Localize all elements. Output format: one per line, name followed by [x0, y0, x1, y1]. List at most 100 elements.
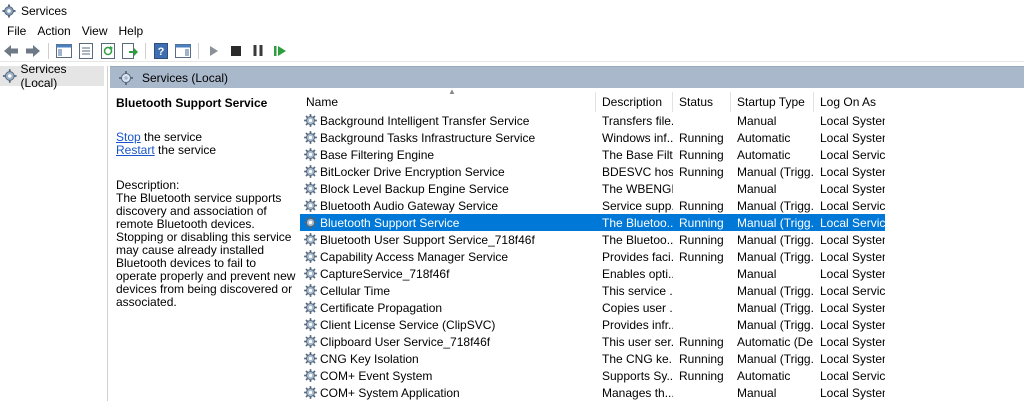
stop-service-button[interactable]	[227, 42, 245, 60]
table-row[interactable]: Certificate Propagation Copies user ... Ma…	[300, 299, 1024, 316]
service-name-text: Background Tasks Infrastructure Service	[320, 130, 536, 145]
table-row[interactable]: Background Intelligent Transfer Service T…	[300, 112, 1024, 129]
service-description: Provides infr...	[596, 316, 673, 333]
service-name: Certificate Propagation	[300, 299, 596, 316]
service-startup-type: Manual	[731, 265, 814, 282]
export-list-button[interactable]	[121, 42, 139, 60]
service-name: Base Filtering Engine	[300, 146, 596, 163]
column-header-status[interactable]: Status	[673, 92, 731, 112]
service-startup-type: Automatic	[731, 367, 814, 384]
service-name-text: Certificate Propagation	[320, 300, 443, 315]
service-startup-type-text: Automatic	[737, 130, 791, 145]
service-startup-type: Manual	[731, 112, 814, 129]
service-log-on-as: Local System	[814, 163, 885, 180]
service-startup-type: Manual (Trigg...	[731, 248, 814, 265]
service-startup-type-text: Manual (Trigg...	[737, 198, 814, 213]
refresh-button[interactable]	[99, 42, 117, 60]
service-description-text: The Bluetoo...	[602, 215, 673, 230]
table-row[interactable]: Bluetooth Support Service The Bluetoo... R…	[300, 214, 885, 231]
tree-item-services-local[interactable]: Services (Local)	[0, 62, 104, 90]
table-row[interactable]: Cellular Time This service ... Manual (Tri…	[300, 282, 1024, 299]
show-hide-console-tree-icon	[56, 43, 72, 58]
service-log-on-as-text: Local Service	[820, 368, 885, 383]
service-log-on-as: Local Service	[814, 282, 885, 299]
forward-icon	[26, 44, 40, 57]
table-row[interactable]: Clipboard User Service_718f46f This user …	[300, 333, 1024, 350]
table-row[interactable]: Base Filtering Engine The Base Filt... Run…	[300, 146, 1024, 163]
menu-view[interactable]: View	[78, 24, 115, 38]
table-row[interactable]: COM+ System Application Manages th... Manu…	[300, 384, 1024, 401]
service-status	[673, 180, 731, 197]
service-description-text: Manages th...	[602, 385, 673, 400]
service-gear-icon	[304, 335, 317, 348]
service-startup-type: Manual	[731, 180, 814, 197]
back-button[interactable]	[2, 42, 20, 60]
service-status: Running	[673, 367, 731, 384]
service-startup-type: Manual (Trigg...	[731, 350, 814, 367]
service-log-on-as-text: Local Service	[820, 198, 885, 213]
content-header: Services (Local)	[110, 66, 1024, 88]
table-row[interactable]: CaptureService_718f46f Enables opti... Man…	[300, 265, 1024, 282]
menu-help[interactable]: Help	[115, 24, 151, 38]
service-name-text: CaptureService_718f46f	[320, 266, 450, 281]
table-row[interactable]: Client License Service (ClipSVC) Provides…	[300, 316, 1024, 333]
service-gear-icon	[304, 233, 317, 246]
service-startup-type: Manual (Trigg...	[731, 214, 814, 231]
menu-action[interactable]: Action	[33, 24, 77, 38]
service-log-on-as: Local System	[814, 299, 885, 316]
service-name-text: COM+ System Application	[320, 385, 460, 400]
column-header-log-on-as[interactable]: Log On As	[814, 92, 885, 112]
service-log-on-as: Local System	[814, 265, 885, 282]
column-header-description[interactable]: Description	[596, 92, 673, 112]
refresh-icon	[101, 42, 115, 59]
pause-service-button[interactable]	[249, 42, 267, 60]
service-startup-type-text: Manual	[737, 266, 777, 281]
service-name: Client License Service (ClipSVC)	[300, 316, 596, 333]
service-name: Bluetooth Support Service	[300, 214, 596, 231]
properties-button[interactable]	[77, 42, 95, 60]
table-row[interactable]: CNG Key Isolation The CNG ke... Running Man…	[300, 350, 1024, 367]
services-gear-icon	[119, 70, 133, 85]
table-header: Name Description Status Startup Type Log…	[300, 92, 1024, 112]
window-title: Services	[21, 3, 68, 18]
stop-service-suffix: the service	[140, 130, 203, 144]
sort-indicator-icon: ▲	[448, 87, 456, 96]
forward-button[interactable]	[24, 42, 42, 60]
service-log-on-as-text: Local System	[820, 130, 885, 145]
column-header-startup-type[interactable]: Startup Type	[731, 92, 814, 112]
table-row[interactable]: COM+ Event System Supports Sy... Running Au…	[300, 367, 1024, 384]
help-button[interactable]: ?	[152, 42, 170, 60]
service-log-on-as-text: Local Service	[820, 283, 885, 298]
stop-service-link[interactable]: Stop	[116, 130, 141, 144]
console-tree: Services (Local)	[0, 62, 108, 401]
service-name: Bluetooth User Support Service_718f46f	[300, 231, 596, 248]
service-startup-type-text: Automatic (De...	[737, 334, 814, 349]
table-row[interactable]: BitLocker Drive Encryption Service BDESVC…	[300, 163, 1024, 180]
table-row[interactable]: Capability Access Manager Service Provide…	[300, 248, 1024, 265]
service-name: Cellular Time	[300, 282, 596, 299]
table-body: Background Intelligent Transfer Service T…	[300, 112, 1024, 401]
service-startup-type: Automatic	[731, 146, 814, 163]
service-name-text: Client License Service (ClipSVC)	[320, 317, 496, 332]
table-row[interactable]: Background Tasks Infrastructure Service W…	[300, 129, 1024, 146]
table-row[interactable]: Bluetooth Audio Gateway Service Service s…	[300, 197, 1024, 214]
table-row[interactable]: Block Level Backup Engine Service The WBE…	[300, 180, 1024, 197]
start-service-button[interactable]	[205, 42, 223, 60]
service-name: Bluetooth Audio Gateway Service	[300, 197, 596, 214]
restart-service-link[interactable]: Restart	[116, 143, 155, 157]
title-bar: Services	[0, 0, 1024, 21]
service-description: The WBENGI...	[596, 180, 673, 197]
table-row[interactable]: Bluetooth User Support Service_718f46f Th…	[300, 231, 1024, 248]
service-startup-type-text: Manual	[737, 113, 777, 128]
show-hide-console-tree-button[interactable]	[55, 42, 73, 60]
service-description: Enables opti...	[596, 265, 673, 282]
service-description: Provides faci...	[596, 248, 673, 265]
menu-file[interactable]: File	[3, 24, 33, 38]
service-startup-type: Automatic (De...	[731, 333, 814, 350]
resume-service-button[interactable]	[271, 42, 289, 60]
show-hide-action-pane-button[interactable]	[174, 42, 192, 60]
service-description: Transfers file...	[596, 112, 673, 129]
services-list: ▲ Name Description Status Startup Type L…	[300, 87, 1024, 401]
toolbar-separator	[48, 42, 49, 59]
service-startup-type: Manual (Trigg...	[731, 197, 814, 214]
